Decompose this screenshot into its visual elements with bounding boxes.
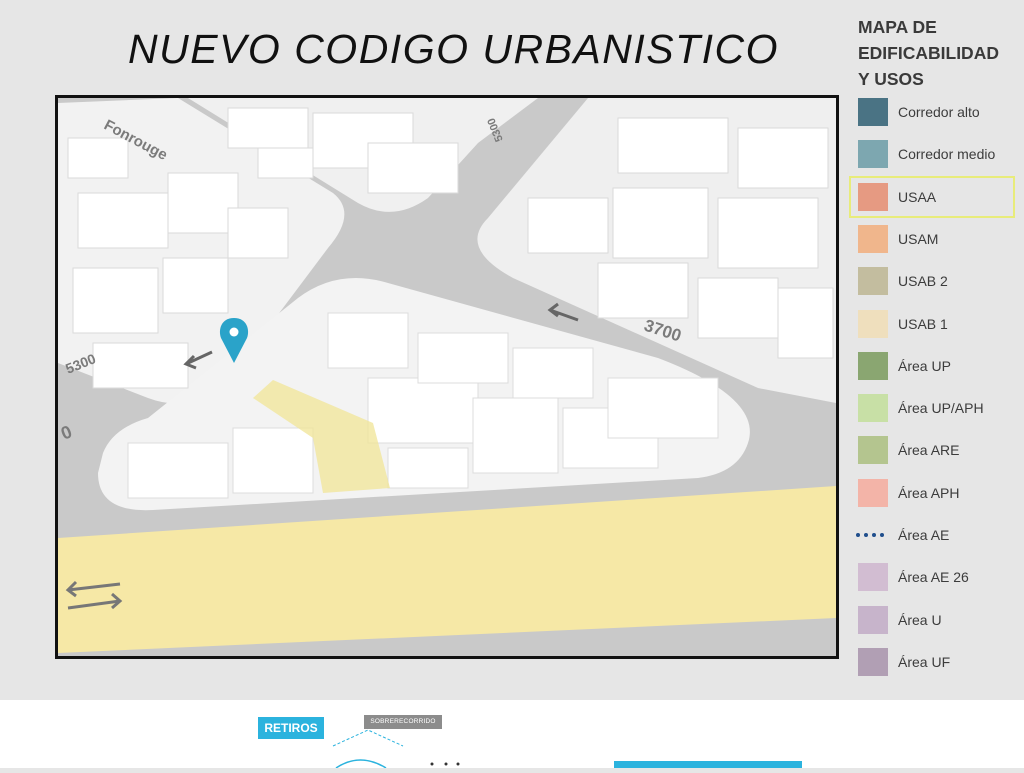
legend-item: Área APH [848,473,1024,513]
legend-swatch [858,563,888,592]
legend-label: Corredor medio [898,146,996,163]
legend-label: Área APH [898,484,960,501]
legend-swatch [858,436,888,465]
legend-item: Corredor medio [848,134,1024,174]
legend-title-line: Y USOS [858,69,924,89]
legend-swatch [858,98,888,126]
legend-label: USAB 2 [898,273,948,290]
legend-label: Área UP [898,357,951,374]
page-title: NUEVO CODIGO URBANISTICO [128,26,780,72]
legend-label: Área U [898,611,942,628]
legend-label: Área AE [898,527,950,543]
legend-title-line: EDIFICABILIDAD [858,43,999,63]
dotted-line-icon [856,533,890,537]
legend-item: USAM [848,219,1024,259]
retiros-tag: RETIROS [258,717,324,739]
legend-label: Área AE 26 [898,569,969,586]
legend-swatch [858,478,888,507]
legend-swatch [858,351,888,380]
legend-item: Área AE 26 [848,557,1024,597]
legend-label: Área ARE [898,442,960,459]
legend-item: Área UP/APH [848,388,1024,428]
legend-swatch [858,309,888,338]
legend-swatch [858,224,888,253]
legend-label: USAA [898,188,937,205]
legend-item: Área ARE [848,430,1024,470]
legend-item: USAB 2 [848,261,1024,301]
legend-label: Corredor alto [898,104,980,120]
legend-panel: MAPA DE EDIFICABILIDAD Y USOS Corredor a… [848,0,1024,700]
teal-bar [614,761,802,768]
legend-title: MAPA DE EDIFICABILIDAD Y USOS [858,14,1024,92]
legend-swatch [858,394,888,423]
legend-swatch [858,267,888,296]
legend-item: Corredor alto [848,92,1024,132]
legend-item: Área UF [848,642,1024,682]
legend-swatch [858,647,888,676]
section-diagram-lines [332,729,460,769]
legend-label: USAB 1 [898,315,948,332]
legend-item: Área AE [848,515,1024,555]
legend-swatch [858,140,888,169]
sobrerecorrido-tag: SOBRERECORRIDO [364,715,442,729]
map-canvas[interactable]: Fonrouge 3700 5300 5300 0 [58,98,836,656]
legend-item: USAB 1 [848,304,1024,344]
bottom-diagram-strip [0,700,1024,769]
legend-swatch [858,605,888,634]
legend-swatch [858,182,888,211]
legend-item: USAA [849,175,1015,218]
legend-label: Área UP/APH [898,400,984,417]
legend-item: Área UP [848,346,1024,386]
legend-label: Área UF [898,653,951,670]
legend-label: USAM [898,230,939,247]
map-view[interactable]: Fonrouge 3700 5300 5300 0 [55,95,839,659]
legend-title-line: MAPA DE [858,17,937,37]
legend-item: Área U [848,600,1024,640]
